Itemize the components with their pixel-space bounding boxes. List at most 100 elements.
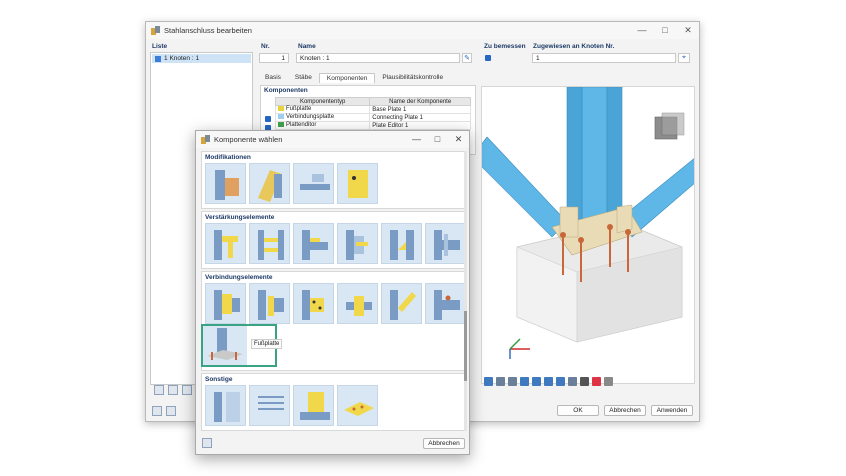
dialog-scrollbar[interactable] <box>464 151 467 431</box>
node-icon <box>155 55 161 62</box>
new-icon[interactable] <box>154 385 164 395</box>
print-icon[interactable] <box>580 377 589 386</box>
modification-icon <box>215 170 239 200</box>
component-type: Verbindungsplatte <box>286 114 335 121</box>
display-icon[interactable] <box>568 377 577 386</box>
delete-icon[interactable] <box>182 385 192 395</box>
component-tile[interactable] <box>205 163 246 204</box>
component-tile[interactable] <box>205 385 246 426</box>
section-icon[interactable] <box>544 377 553 386</box>
scrollbar-thumb[interactable] <box>464 311 467 381</box>
dialog-cancel-button[interactable]: Abbrechen <box>423 438 465 449</box>
section-title: Verbindungselemente <box>205 274 273 281</box>
apply-button[interactable]: Anwenden <box>651 405 693 416</box>
component-tile[interactable] <box>381 223 422 264</box>
component-tile[interactable] <box>293 283 334 324</box>
3d-viewport[interactable] <box>481 86 695 384</box>
section-modifications: Modifikationen <box>201 151 467 209</box>
assigned-label: Zugewiesen an Knoten Nr. <box>533 43 615 50</box>
name-label: Name <box>298 43 316 50</box>
component-tile[interactable] <box>293 385 334 426</box>
component-tile[interactable] <box>337 385 378 426</box>
tab-components[interactable]: Komponenten <box>318 73 376 83</box>
component-tile[interactable] <box>381 283 422 324</box>
export-icon[interactable] <box>604 377 613 386</box>
stiffener-icon <box>390 230 414 260</box>
section-icon[interactable] <box>556 377 565 386</box>
component-name: Base Plate 1 <box>369 105 471 114</box>
app-icon <box>201 135 210 144</box>
search-icon[interactable] <box>202 438 212 448</box>
other-icon <box>214 392 240 422</box>
render-icon[interactable] <box>508 377 517 386</box>
zu-bemessen-label: Zu bemessen <box>484 43 526 50</box>
assigned-field[interactable]: 1 <box>532 53 676 63</box>
dialog-titlebar: Komponente wählen — □ ✕ <box>196 131 469 148</box>
tab-basis[interactable]: Basis <box>258 73 288 83</box>
axis-icon[interactable] <box>496 377 505 386</box>
stiffener-icon <box>302 230 328 260</box>
minimize-icon[interactable]: — <box>637 25 647 35</box>
component-tile[interactable] <box>337 223 378 264</box>
window-title: Stahlanschluss bearbeiten <box>164 26 252 35</box>
component-tile[interactable] <box>205 223 246 264</box>
column-header-type: Komponententyp <box>274 97 371 106</box>
maximize-icon[interactable]: □ <box>433 134 442 144</box>
table-row[interactable]: Fußplatte Base Plate 1 <box>274 105 471 114</box>
selected-component-tile[interactable]: Fußplatte <box>201 324 283 367</box>
search-icon[interactable] <box>152 406 162 416</box>
component-tile[interactable] <box>249 283 290 324</box>
view-icon[interactable] <box>484 377 493 386</box>
connection-icon <box>390 290 416 320</box>
list-item[interactable]: 1 Knoten : 1 <box>152 54 251 63</box>
table-row[interactable]: Plattenditor Plate Editor 1 <box>274 121 471 130</box>
tab-bar: Basis Stäbe Komponenten Plausibilitätsko… <box>258 73 450 83</box>
nr-field[interactable]: 1 <box>259 53 289 63</box>
section-icon[interactable] <box>520 377 529 386</box>
section-title: Sonstige <box>205 376 233 383</box>
row-checkbox[interactable] <box>265 116 271 122</box>
cancel-button[interactable]: Abbrechen <box>604 405 646 416</box>
base-plate-icon <box>203 326 247 365</box>
maximize-icon[interactable]: □ <box>660 25 670 35</box>
minimize-icon[interactable]: — <box>412 134 421 144</box>
component-tile[interactable] <box>249 385 290 426</box>
section-stiffeners: Verstärkungselemente <box>201 211 467 269</box>
tab-plausibility[interactable]: Plausibilitätskontrolle <box>375 73 450 83</box>
connection-icon <box>214 290 240 320</box>
design-checkbox[interactable] <box>485 55 491 61</box>
pencil-icon: ✎ <box>464 55 470 62</box>
copy-icon[interactable] <box>168 385 178 395</box>
component-tile[interactable] <box>205 283 246 324</box>
tab-members[interactable]: Stäbe <box>288 73 319 83</box>
close-icon[interactable]: ✕ <box>683 25 693 35</box>
component-tile[interactable] <box>425 283 466 324</box>
component-tile[interactable] <box>425 223 466 264</box>
modification-icon <box>300 174 330 190</box>
color-chip <box>278 122 284 128</box>
window-titlebar: Stahlanschluss bearbeiten — □ ✕ <box>146 22 699 39</box>
ok-button[interactable]: OK <box>557 405 599 416</box>
pick-node-button[interactable]: ⌖ <box>678 53 690 63</box>
component-tile[interactable] <box>249 223 290 264</box>
table-row[interactable]: Verbindungsplatte Connecting Plate 1 <box>274 113 471 122</box>
component-tile[interactable] <box>249 163 290 204</box>
units-icon[interactable] <box>166 406 176 416</box>
other-icon <box>300 392 330 420</box>
nr-value: 1 <box>281 54 285 62</box>
connection-icon <box>302 290 324 320</box>
component-tile[interactable] <box>293 223 334 264</box>
name-field[interactable]: Knoten : 1 <box>296 53 460 63</box>
component-tile[interactable] <box>337 283 378 324</box>
close-icon[interactable]: ✕ <box>454 134 463 144</box>
other-icon <box>258 396 284 410</box>
reset-icon[interactable] <box>592 377 601 386</box>
viewport-toolbar <box>484 377 613 386</box>
section-title: Verstärkungselemente <box>205 214 275 221</box>
edit-name-button[interactable]: ✎ <box>462 53 472 63</box>
component-tile[interactable] <box>337 163 378 204</box>
component-tile[interactable] <box>293 163 334 204</box>
assigned-value: 1 <box>536 54 540 62</box>
modification-icon <box>258 170 282 202</box>
section-icon[interactable] <box>532 377 541 386</box>
